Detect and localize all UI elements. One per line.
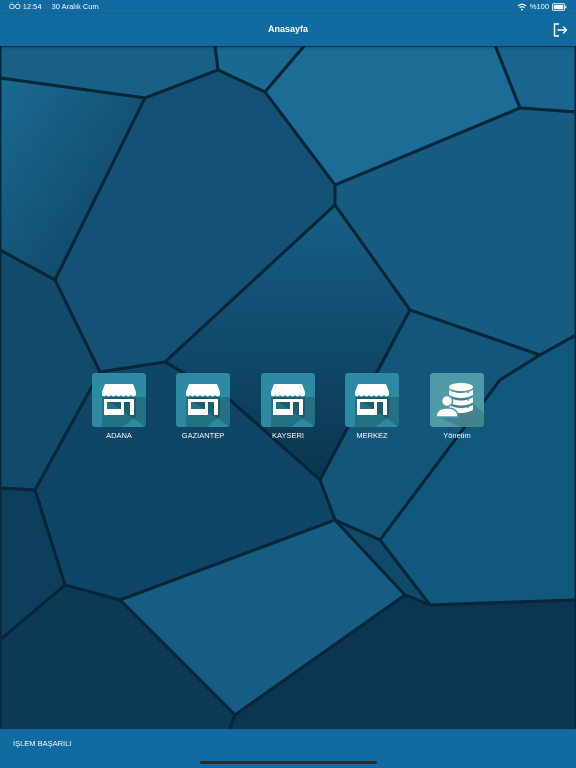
tile-label: KAYSERI xyxy=(272,431,304,440)
status-bar: ÖÖ 12:54 30 Aralık Cum %100 xyxy=(0,0,576,14)
tile-adana[interactable]: ADANA xyxy=(92,373,146,440)
store-icon xyxy=(102,384,146,427)
database-user-icon xyxy=(435,383,484,427)
store-icon xyxy=(186,384,230,427)
wifi-icon xyxy=(517,3,527,10)
module-tiles: ADANA GAZIANTEP KAYSERI MERKEZ Yönetim xyxy=(0,373,576,443)
logout-icon[interactable] xyxy=(552,22,568,38)
home-indicator[interactable] xyxy=(200,761,377,764)
store-icon xyxy=(271,384,315,427)
status-date: 30 Aralık Cum xyxy=(51,2,99,11)
tile-label: GAZIANTEP xyxy=(181,431,225,440)
store-icon xyxy=(355,384,399,427)
tile-gaziantep[interactable]: GAZIANTEP xyxy=(176,373,230,440)
tile-icon-box xyxy=(345,373,399,427)
tile-label: ADANA xyxy=(106,431,132,440)
tile-kayseri[interactable]: KAYSERI xyxy=(261,373,315,440)
tile-yonetim[interactable]: Yönetim xyxy=(430,373,484,440)
status-time: ÖÖ 12:54 xyxy=(9,2,42,11)
status-message: İŞLEM BAŞARILI xyxy=(13,739,72,748)
battery-percent: %100 xyxy=(529,2,549,11)
tile-icon-box xyxy=(92,373,146,427)
tile-icon-box xyxy=(176,373,230,427)
tile-icon-box xyxy=(430,373,484,427)
status-time-date: ÖÖ 12:54 30 Aralık Cum xyxy=(9,2,99,11)
navigation-bar: Anasayfa xyxy=(0,14,576,46)
page-title: Anasayfa xyxy=(267,24,309,34)
tile-icon-box xyxy=(261,373,315,427)
status-indicators: %100 xyxy=(517,2,567,11)
battery-icon xyxy=(552,2,567,11)
tile-merkez[interactable]: MERKEZ xyxy=(345,373,399,440)
tile-label: MERKEZ xyxy=(356,431,388,440)
tile-label: Yönetim xyxy=(443,431,471,440)
status-message-bar: İŞLEM BAŞARILI xyxy=(0,729,576,768)
